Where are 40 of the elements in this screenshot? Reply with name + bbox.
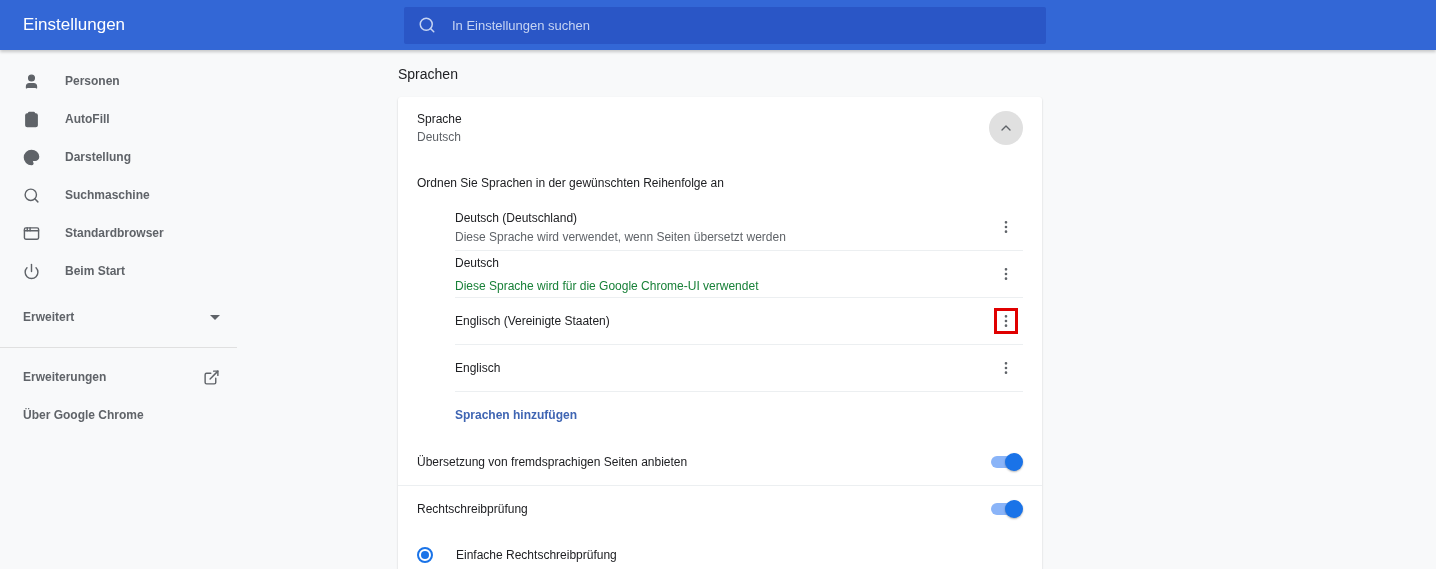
add-languages-link[interactable]: Sprachen hinzufügen	[455, 408, 577, 422]
sidebar-item[interactable]: Personen	[0, 62, 237, 100]
sidebar-icon	[23, 148, 40, 166]
language-name: Deutsch (Deutschland)	[455, 209, 579, 227]
radio-button[interactable]	[417, 547, 433, 563]
language-note: Diese Sprache wird verwendet, wenn Seiten übersetzt werden	[455, 228, 786, 246]
sidebar-item[interactable]: Darstellung	[0, 138, 237, 176]
collapse-button[interactable]	[989, 111, 1023, 145]
toggle-switch[interactable]	[991, 456, 1021, 468]
language-name: Englisch	[455, 360, 501, 377]
sidebar-icon	[23, 110, 40, 128]
setting-title: Sprache	[417, 111, 462, 128]
advanced-toggle[interactable]: Erweitert	[0, 298, 237, 336]
search-icon	[418, 16, 436, 34]
sidebar-icon	[23, 186, 40, 204]
sidebar-icon	[23, 224, 40, 242]
toggle-switch[interactable]	[991, 503, 1021, 515]
setting-label: Übersetzung von fremdsprachigen Seiten anbieten	[417, 454, 688, 471]
setting-value: Deutsch	[417, 129, 462, 146]
sidebar-icon	[23, 262, 40, 280]
more-button[interactable]	[994, 308, 1018, 334]
page-title: Einstellungen	[22, 15, 127, 35]
sidebar-item[interactable]: AutoFill	[0, 100, 237, 138]
sidebar-link[interactable]: Über Google Chrome	[0, 396, 237, 434]
external-link-icon	[203, 368, 220, 386]
search-input[interactable]: In Einstellungen suchen	[450, 16, 1046, 34]
caret-icon	[210, 314, 220, 320]
language-name: Englisch (Vereinigte Staaten)	[455, 313, 610, 330]
section-title: Sprachen	[398, 65, 459, 84]
sidebar-item[interactable]: Beim Start	[0, 252, 237, 290]
language-name: Deutsch	[455, 254, 501, 272]
radio-label: Einfache Rechtschreibprüfung	[456, 547, 617, 564]
language-note: Diese Sprache wird für die Google Chrome-UI verwendet	[455, 277, 759, 295]
setting-label: Rechtschreibprüfung	[417, 501, 528, 518]
sidebar-link[interactable]: Erweiterungen	[0, 358, 237, 396]
sidebar-item[interactable]: Standardbrowser	[0, 214, 237, 252]
order-hint: Ordnen Sie Sprachen in der gewünschten Reihenfolge an	[417, 175, 725, 192]
sidebar-item[interactable]: Suchmaschine	[0, 176, 237, 214]
sidebar-icon	[23, 72, 40, 90]
search-field[interactable]: In Einstellungen suchen	[404, 6, 1046, 44]
